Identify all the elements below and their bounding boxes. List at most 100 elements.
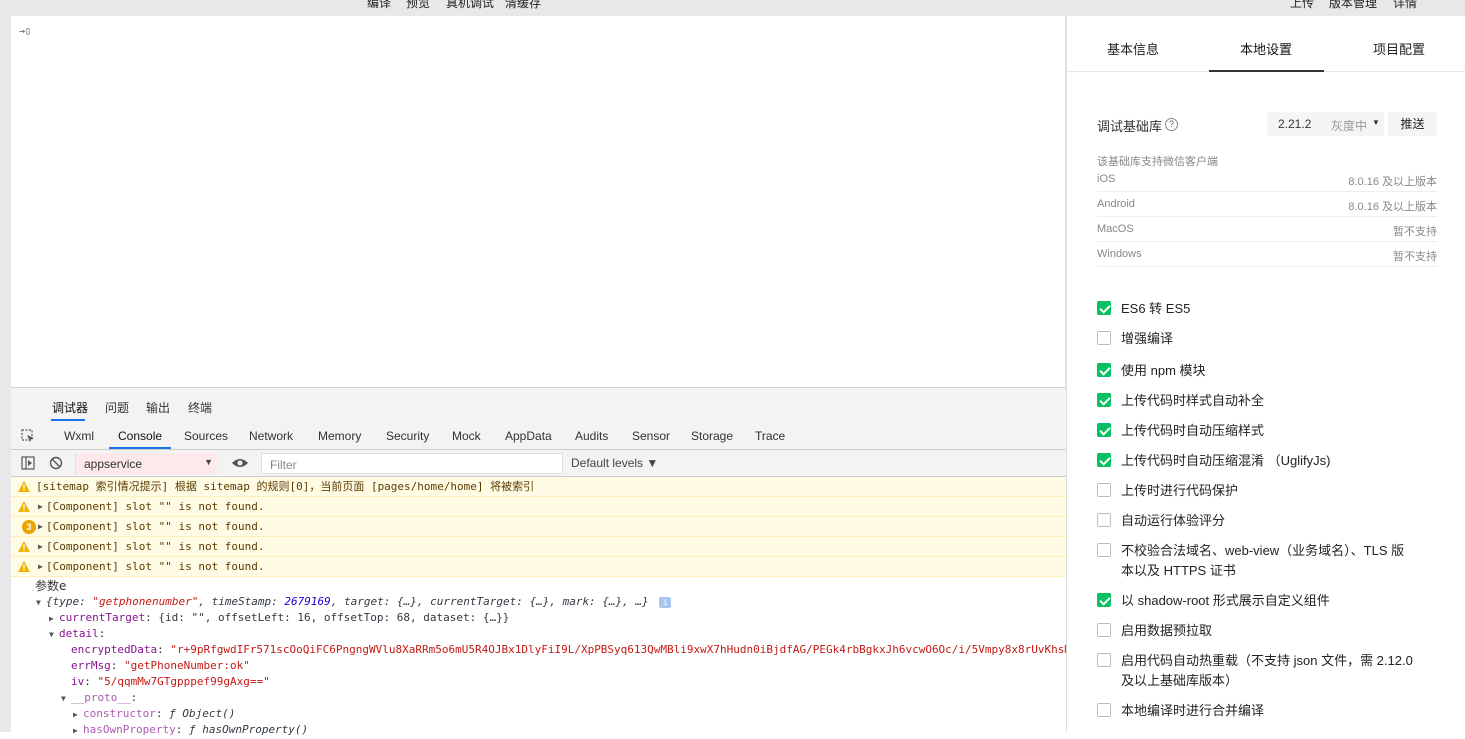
debug-lib-label: 调试基础库 — [1097, 119, 1163, 134]
info-icon[interactable]: i — [659, 597, 672, 608]
log-param-label: 参数e — [11, 578, 1066, 594]
sidebar-toggle-icon[interactable] — [21, 456, 35, 470]
cursor-marker: →▯ — [19, 26, 32, 37]
platform-name: Android — [1097, 198, 1135, 210]
upload-button[interactable]: 上传 — [1290, 0, 1314, 11]
version-manage-button[interactable]: 版本管理 — [1329, 0, 1377, 11]
expand-arrow-icon[interactable]: ▶ — [73, 723, 78, 739]
clear-console-icon[interactable] — [49, 456, 63, 470]
log-row-sitemap[interactable]: [sitemap 索引情况提示] 根据 sitemap 的规则[0]，当前页面 … — [11, 477, 1066, 497]
clear-cache-button[interactable]: 清缓存 — [505, 0, 541, 11]
remote-debug-button[interactable]: 真机调试 — [446, 0, 494, 11]
expand-arrow-icon[interactable]: ▶ — [38, 557, 43, 576]
tab-local-settings[interactable]: 本地设置 — [1240, 39, 1292, 58]
prop-constructor[interactable]: ▶ constructor: ƒ Object() — [11, 706, 1066, 722]
prop-hasOwnProperty[interactable]: ▶ hasOwnProperty: ƒ hasOwnProperty() — [11, 722, 1066, 738]
prop-key: __proto__ — [71, 691, 131, 704]
filter-placeholder: Filter — [270, 458, 297, 472]
checkbox[interactable] — [1097, 363, 1111, 377]
checkbox[interactable] — [1097, 301, 1111, 315]
option-label: 上传代码时自动压缩混淆 （UglifyJs) — [1121, 453, 1331, 468]
context-select[interactable]: appservice ▼ — [75, 453, 217, 474]
option-label: 本地编译时进行合并编译 — [1121, 703, 1265, 718]
help-icon[interactable]: ? — [1165, 118, 1178, 131]
tab-terminal[interactable]: 终端 — [188, 399, 212, 416]
platform-name: MacOS — [1097, 223, 1134, 235]
eye-icon[interactable] — [231, 456, 249, 470]
log-row-slot[interactable]: ▶ [Component] slot "" is not found. — [11, 537, 1066, 557]
log-row-slot[interactable]: 3 ▶ [Component] slot "" is not found. — [11, 517, 1066, 537]
prop-errMsg[interactable]: errMsg: "getPhoneNumber:ok" — [11, 658, 1066, 674]
tab-debugger[interactable]: 调试器 — [52, 399, 88, 416]
obj-type-value: "getphonenumber" — [92, 595, 199, 608]
warning-icon — [18, 541, 30, 552]
levels-dropdown[interactable]: Default levels ▼ — [571, 456, 658, 470]
tab-sources[interactable]: Sources — [184, 429, 228, 443]
checkbox[interactable] — [1097, 513, 1111, 527]
checkbox[interactable] — [1097, 703, 1111, 717]
simulator-area[interactable]: →▯ — [11, 16, 1066, 387]
platform-value: 8.0.16 及以上版本 — [1348, 176, 1437, 188]
collapse-arrow-icon[interactable]: ▼ — [36, 595, 41, 611]
tab-console[interactable]: Console — [118, 429, 162, 443]
tab-mock[interactable]: Mock — [452, 429, 481, 443]
log-row-slot[interactable]: ▶ [Component] slot "" is not found. — [11, 557, 1066, 577]
platform-row-android: Android 8.0.16 及以上版本 — [1097, 192, 1437, 217]
checkbox[interactable] — [1097, 423, 1111, 437]
prop-iv[interactable]: iv: "5/qqmMw7GTgpppef99gAxg==" — [11, 674, 1066, 690]
platform-name: Windows — [1097, 248, 1142, 260]
lib-version-select[interactable]: 2.21.2 灰度中 ▼ — [1267, 112, 1384, 136]
prop-encryptedData[interactable]: encryptedData: "r+9pRfgwdIFr571scOoQiFC6… — [11, 642, 1071, 658]
collapse-arrow-icon[interactable]: ▼ — [61, 691, 66, 707]
checkbox[interactable] — [1097, 623, 1111, 637]
filter-input[interactable]: Filter — [261, 453, 563, 474]
checkbox[interactable] — [1097, 483, 1111, 497]
tab-project-config[interactable]: 项目配置 — [1373, 39, 1425, 58]
expand-arrow-icon[interactable]: ▶ — [73, 707, 78, 723]
left-strip — [0, 16, 11, 732]
checkbox[interactable] — [1097, 653, 1111, 667]
expand-arrow-icon[interactable]: ▶ — [49, 611, 54, 627]
console-toolbar: appservice ▼ Filter Default levels ▼ — [11, 450, 1066, 477]
expand-arrow-icon[interactable]: ▶ — [38, 537, 43, 556]
tab-trace[interactable]: Trace — [755, 429, 785, 443]
warning-icon — [18, 501, 30, 512]
checkbox[interactable] — [1097, 543, 1111, 557]
tab-sensor[interactable]: Sensor — [632, 429, 670, 443]
checkbox[interactable] — [1097, 453, 1111, 467]
lib-version: 2.21.2 — [1278, 117, 1312, 131]
prop-currentTarget[interactable]: ▶ currentTarget: {id: "", offsetLeft: 16… — [11, 610, 1066, 626]
tab-memory[interactable]: Memory — [318, 429, 361, 443]
gray-status: 灰度中 — [1331, 119, 1368, 133]
tab-network[interactable]: Network — [249, 429, 293, 443]
details-button[interactable]: 详情 — [1393, 0, 1417, 11]
tab-appdata[interactable]: AppData — [505, 429, 552, 443]
option-label: ES6 转 ES5 — [1121, 301, 1191, 316]
expand-arrow-icon[interactable]: ▶ — [38, 517, 43, 536]
tab-basic-info[interactable]: 基本信息 — [1107, 39, 1159, 58]
expand-arrow-icon[interactable]: ▶ — [38, 497, 43, 516]
collapse-arrow-icon[interactable]: ▼ — [49, 627, 54, 643]
platform-value: 8.0.16 及以上版本 — [1348, 201, 1437, 213]
checkbox[interactable] — [1097, 593, 1111, 607]
prop-proto[interactable]: ▼ __proto__: — [11, 690, 1066, 706]
preview-button[interactable]: 预览 — [406, 0, 430, 11]
tab-output[interactable]: 输出 — [146, 399, 170, 416]
tab-audits[interactable]: Audits — [575, 429, 608, 443]
log-text: [Component] slot "" is not found. — [46, 560, 265, 573]
checkbox[interactable] — [1097, 393, 1111, 407]
tab-wxml[interactable]: Wxml — [64, 429, 94, 443]
tab-problems[interactable]: 问题 — [105, 399, 129, 416]
log-row-slot[interactable]: ▶ [Component] slot "" is not found. — [11, 497, 1066, 517]
prop-value: ƒ hasOwnProperty() — [188, 723, 309, 736]
inspect-icon[interactable] — [21, 429, 35, 443]
checkbox[interactable] — [1097, 331, 1111, 345]
prop-key: encryptedData — [71, 643, 158, 656]
push-button[interactable]: 推送 — [1388, 112, 1437, 136]
prop-detail[interactable]: ▼ detail: — [11, 626, 1066, 642]
log-object-summary[interactable]: ▼ {type: "getphonenumber", timeStamp: 26… — [11, 594, 1066, 610]
prop-key: iv — [71, 675, 85, 688]
tab-storage[interactable]: Storage — [691, 429, 733, 443]
compile-button[interactable]: 编译 — [367, 0, 391, 11]
tab-security[interactable]: Security — [386, 429, 429, 443]
